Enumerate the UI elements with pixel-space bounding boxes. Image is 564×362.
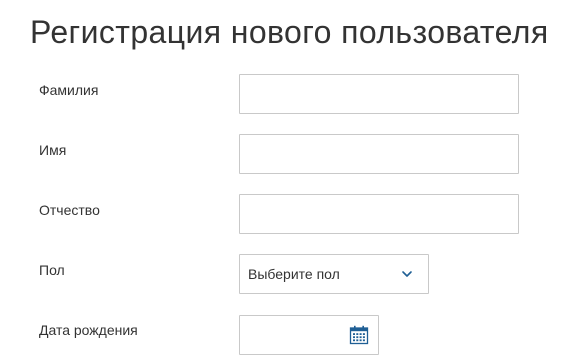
birth-date-label: Дата рождения: [39, 322, 138, 338]
birth-date-input[interactable]: [239, 315, 379, 355]
calendar-icon[interactable]: [349, 325, 369, 345]
last-name-input[interactable]: [239, 74, 519, 114]
middle-name-label: Отчество: [39, 202, 100, 218]
gender-label: Пол: [39, 262, 65, 278]
first-name-label: Имя: [39, 142, 67, 158]
gender-select-value: Выберите пол: [248, 266, 340, 282]
chevron-down-icon: [402, 271, 412, 277]
gender-select[interactable]: Выберите пол: [239, 254, 429, 294]
page-title: Регистрация нового пользователя: [30, 14, 549, 50]
first-name-input[interactable]: [239, 134, 519, 174]
middle-name-input[interactable]: [239, 194, 519, 234]
last-name-label: Фамилия: [39, 82, 99, 98]
